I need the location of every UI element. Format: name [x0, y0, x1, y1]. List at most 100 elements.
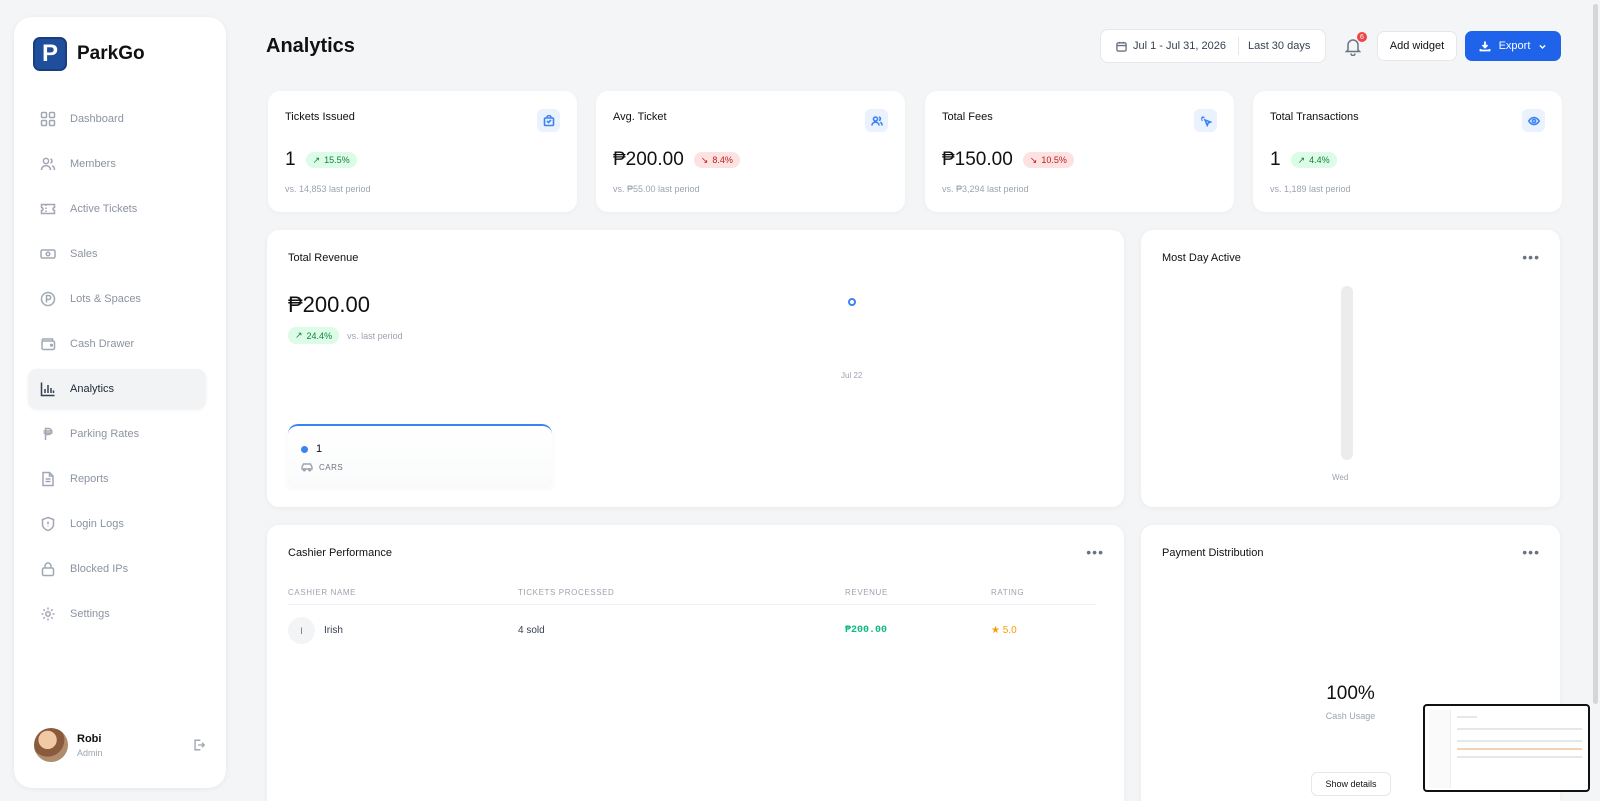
- page-scrollbar[interactable]: [1593, 4, 1598, 704]
- sidebar-item-settings[interactable]: Settings: [28, 594, 206, 634]
- user-role: Admin: [77, 747, 103, 758]
- avatar: [34, 728, 68, 762]
- cashier-name: Irish: [324, 625, 343, 636]
- gear-icon: [41, 607, 55, 621]
- grid-icon: [40, 111, 56, 127]
- peso-icon: [43, 427, 53, 440]
- stat-value: 1 ↗ 15.5%: [285, 149, 357, 171]
- change-badge: ↗ 15.5%: [305, 152, 357, 168]
- panel-title: Payment Distribution: [1162, 547, 1264, 559]
- change-value: 8.4%: [712, 155, 733, 165]
- payment-percentage: 100%: [1326, 683, 1375, 704]
- stat-title: Avg. Ticket: [613, 111, 667, 123]
- stat-value: ₱200.00 ↘ 8.4%: [613, 149, 740, 171]
- stat-card-total-fees: Total Fees ₱150.00 ↘ 10.5% vs. ₱3,294 las…: [925, 91, 1234, 212]
- eye-icon: [1527, 116, 1540, 125]
- sidebar-item-parking-rates[interactable]: Parking Rates: [28, 414, 206, 454]
- stat-card-avg-ticket: Avg. Ticket ₱200.00 ↘ 8.4% vs. ₱55.00 las…: [596, 91, 905, 212]
- more-options-icon[interactable]: •••: [1086, 545, 1104, 559]
- stat-icon-badge: [865, 109, 888, 132]
- sidebar-item-dashboard[interactable]: Dashboard: [28, 99, 206, 139]
- panel-title: Total Revenue: [288, 252, 359, 264]
- logout-icon[interactable]: [192, 738, 206, 752]
- chart-point[interactable]: [848, 298, 856, 306]
- brand-logo-icon: P: [33, 37, 67, 71]
- chart-bar-wed: [1341, 286, 1353, 460]
- sidebar-item-label: Lots & Spaces: [70, 293, 141, 305]
- more-options-icon[interactable]: •••: [1522, 545, 1540, 559]
- sidebar-nav: Dashboard Members Active Tickets Sales L…: [28, 99, 206, 639]
- column-header[interactable]: RATING: [991, 588, 1024, 597]
- legend-dot: [301, 445, 308, 453]
- show-details-button[interactable]: Show details: [1311, 772, 1391, 796]
- bar-chart-icon: [40, 382, 55, 397]
- stat-icon-badge: [1194, 109, 1217, 132]
- change-badge: ↗ 4.4%: [1290, 152, 1337, 168]
- sidebar-item-label: Dashboard: [70, 113, 124, 125]
- users-icon: [40, 157, 56, 171]
- stat-subtext: vs. ₱55.00 last period: [613, 184, 700, 194]
- stat-value-text: 1: [1270, 149, 1281, 170]
- arrow-down-right-icon: ↘: [1029, 154, 1038, 165]
- stat-subtext: vs. ₱3,294 last period: [942, 184, 1029, 194]
- sidebar-item-sales[interactable]: Sales: [28, 234, 206, 274]
- change-badge: ↘ 8.4%: [693, 152, 740, 168]
- date-range-label: Jul 1 - Jul 31, 2026: [1133, 40, 1226, 52]
- stat-title: Total Fees: [942, 111, 993, 123]
- column-header[interactable]: CASHIER NAME: [288, 588, 356, 597]
- brand[interactable]: P ParkGo: [33, 37, 145, 71]
- stat-icon-badge: [537, 109, 560, 132]
- page-title: Analytics: [266, 35, 355, 57]
- stat-card-total-transactions: Total Transactions 1 ↗ 4.4% vs. 1,189 las…: [1253, 91, 1562, 212]
- revenue-cell: ₱200.00: [845, 625, 888, 636]
- pointer-click-icon: [1200, 115, 1212, 127]
- date-range-picker[interactable]: Jul 1 - Jul 31, 2026 Last 30 days: [1100, 29, 1326, 63]
- sidebar-item-label: Blocked IPs: [70, 563, 129, 575]
- minimap-line: [1457, 740, 1582, 742]
- sidebar-item-blocked-ips[interactable]: Blocked IPs: [28, 549, 206, 589]
- change-value: 4.4%: [1309, 155, 1330, 165]
- change-value: 15.5%: [324, 155, 350, 165]
- user-profile[interactable]: Robi Admin: [34, 728, 206, 762]
- sidebar-item-lots-spaces[interactable]: Lots & Spaces: [28, 279, 206, 319]
- add-widget-button[interactable]: Add widget: [1377, 31, 1457, 61]
- revenue-change: ↗ 24.4% vs. last period: [288, 327, 403, 344]
- legend-category: CARS: [301, 462, 343, 472]
- sidebar-item-label: Reports: [70, 473, 109, 485]
- wallet-icon: [41, 338, 56, 351]
- column-header[interactable]: TICKETS PROCESSED: [518, 588, 614, 597]
- sidebar-item-reports[interactable]: Reports: [28, 459, 206, 499]
- page-minimap[interactable]: [1423, 704, 1590, 792]
- car-icon: [301, 463, 313, 472]
- more-options-icon[interactable]: •••: [1522, 250, 1540, 264]
- table-row[interactable]: I Irish 4 sold ₱200.00 ★ 5.0: [288, 617, 1096, 645]
- most-day-active-panel: Most Day Active ••• Wed: [1141, 230, 1560, 507]
- export-label: Export: [1498, 40, 1531, 52]
- date-range[interactable]: Jul 1 - Jul 31, 2026: [1101, 37, 1239, 55]
- ticket-icon: [40, 203, 56, 215]
- user-name: Robi: [77, 732, 102, 745]
- column-header[interactable]: REVENUE: [845, 588, 888, 597]
- stat-subtext: vs. 14,853 last period: [285, 184, 371, 194]
- sidebar-item-cash-drawer[interactable]: Cash Drawer: [28, 324, 206, 364]
- sidebar-item-login-logs[interactable]: Login Logs: [28, 504, 206, 544]
- download-icon: [1479, 41, 1490, 52]
- cashier-performance-panel: Cashier Performance ••• CASHIER NAME TIC…: [267, 525, 1124, 801]
- revenue-value: ₱200.00: [288, 292, 370, 317]
- sidebar-item-analytics[interactable]: Analytics: [28, 369, 206, 409]
- change-value: 24.4%: [306, 330, 333, 341]
- legend-value: 1: [301, 443, 322, 455]
- user-info: Robi Admin: [77, 733, 192, 758]
- stat-title: Tickets Issued: [285, 111, 355, 123]
- change-badge: ↘ 10.5%: [1022, 152, 1074, 168]
- minimap-line: [1457, 728, 1582, 730]
- file-text-icon: [42, 471, 54, 487]
- parking-icon: [40, 291, 56, 307]
- period-select[interactable]: Last 30 days: [1239, 40, 1310, 52]
- notifications-button[interactable]: 6: [1343, 32, 1367, 57]
- export-button[interactable]: Export: [1465, 31, 1561, 61]
- panel-title: Cashier Performance: [288, 547, 392, 559]
- arrow-up-right-icon: ↗: [312, 154, 321, 165]
- sidebar-item-active-tickets[interactable]: Active Tickets: [28, 189, 206, 229]
- sidebar-item-members[interactable]: Members: [28, 144, 206, 184]
